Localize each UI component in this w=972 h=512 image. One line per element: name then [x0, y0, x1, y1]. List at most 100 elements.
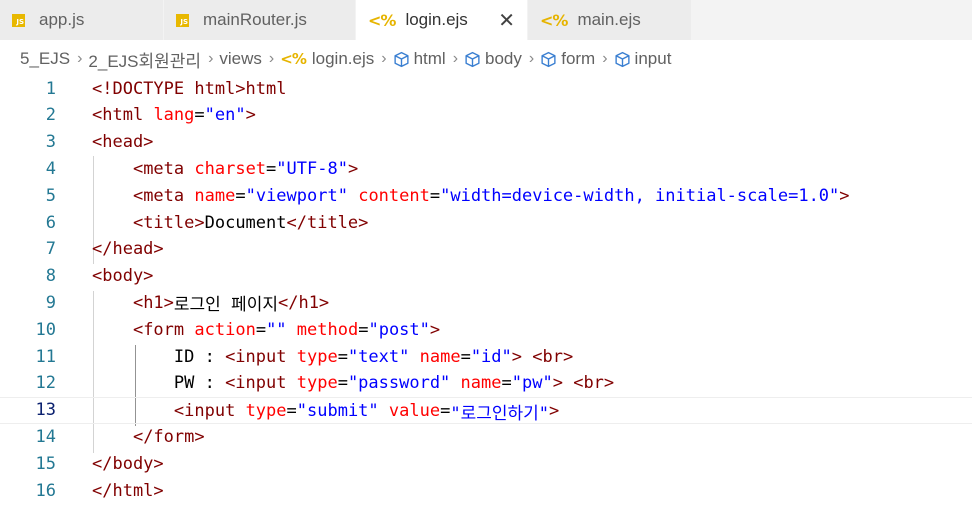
code-token: html	[245, 78, 287, 99]
code-line[interactable]: 8 <body>	[0, 263, 972, 290]
breadcrumb-item-input[interactable]: input	[614, 49, 672, 69]
code-token: =	[460, 346, 471, 367]
code-text: <meta charset = "UTF-8" >	[92, 155, 358, 182]
cube-icon	[393, 51, 410, 68]
code-token: Document	[204, 212, 287, 233]
chevron-right-icon: ›	[268, 50, 275, 67]
breadcrumb-item-form[interactable]: form	[540, 49, 595, 69]
code-token: >	[347, 158, 359, 179]
code-token: <form	[132, 319, 185, 340]
code-token: action	[194, 319, 256, 340]
code-token: value	[388, 401, 441, 422]
code-token: =	[337, 373, 348, 394]
tab-mainrouter-js[interactable]: JS mainRouter.js	[164, 0, 356, 40]
js-file-icon: JS	[176, 13, 189, 27]
code-editor[interactable]: 1 <!DOCTYPE html> html 2 <html lang = "en" >3 <h…	[0, 75, 972, 512]
cube-icon	[464, 51, 481, 68]
code-line[interactable]: 6 <title> Document </title>	[0, 209, 972, 236]
chevron-right-icon: ›	[77, 50, 83, 67]
breadcrumb-item-html[interactable]: html	[393, 49, 446, 69]
chevron-right-icon: ›	[602, 50, 608, 67]
tab-label: app.js	[39, 10, 85, 29]
breadcrumb-item-ejs-member[interactable]: 2_EJS회원관리	[88, 47, 201, 72]
code-token: <br>	[573, 373, 615, 394]
code-line[interactable]: 7 </head>	[0, 236, 972, 263]
code-line[interactable]: 13 <input type = "submit" value = "로그인하기" >	[0, 396, 972, 425]
breadcrumb-label: input	[634, 49, 672, 68]
code-token: "password"	[347, 373, 451, 394]
code-line[interactable]: 9 <h1> 로그인 페이지 </h1>	[0, 289, 972, 316]
code-token: =	[194, 105, 205, 126]
code-line[interactable]: 1 <!DOCTYPE html> html	[0, 75, 972, 102]
code-line[interactable]: 15 </body>	[0, 450, 972, 477]
code-text: <!DOCTYPE html> html	[92, 75, 286, 102]
code-line[interactable]: 12 PW : <input type = "password" name = "pw"…	[0, 370, 972, 397]
tab-login-ejs[interactable]: <% login.ejs ✕	[356, 0, 528, 40]
code-text: <input type = "submit" value = "로그인하기" >	[92, 398, 559, 425]
code-text: <form action = "" method = "post" >	[92, 316, 440, 343]
code-line[interactable]: 5 <meta name = "viewport" content = "width=d…	[0, 182, 972, 209]
code-token: type	[296, 346, 338, 367]
code-token: <title>	[132, 212, 205, 233]
code-token: type	[296, 373, 338, 394]
code-token: "en"	[204, 105, 246, 126]
code-token: <input	[225, 373, 287, 394]
line-number: 15	[35, 453, 56, 474]
ejs-file-icon: <%	[540, 10, 568, 30]
code-line[interactable]: 11 ID : <input type = "text" name = "id" > <b…	[0, 343, 972, 370]
code-token: name	[460, 373, 502, 394]
code-line[interactable]: 3 <head>	[0, 129, 972, 156]
js-file-icon: JS	[12, 13, 25, 27]
breadcrumb-item-views[interactable]: views	[219, 49, 262, 69]
line-number: 10	[35, 319, 56, 340]
close-icon[interactable]: ✕	[498, 8, 515, 33]
code-line[interactable]: 4 <meta charset = "UTF-8" >	[0, 155, 972, 182]
code-token: lang	[153, 105, 195, 126]
tab-label: login.ejs	[405, 10, 468, 29]
code-text: <html lang = "en" >	[92, 102, 256, 129]
code-token: method	[296, 319, 359, 340]
cube-icon	[540, 51, 557, 68]
code-text: <title> Document </title>	[92, 209, 368, 236]
code-line[interactable]: 2 <html lang = "en" >	[0, 102, 972, 129]
editor-tab-bar: JS app.js JS mainRouter.js <% login.ejs …	[0, 0, 972, 40]
code-line[interactable]: 14 </form>	[0, 423, 972, 450]
code-token: <head>	[92, 132, 154, 153]
code-text: <h1> 로그인 페이지 </h1>	[92, 289, 329, 316]
code-line[interactable]: 10 <form action = "" method = "post" >	[0, 316, 972, 343]
code-token: name	[419, 346, 461, 367]
code-token: type	[245, 401, 287, 422]
code-text: </body>	[92, 450, 164, 477]
code-token: "id"	[470, 346, 512, 367]
breadcrumb: 5_EJS › 2_EJS회원관리 › views › <% login.ejs …	[0, 40, 972, 78]
tab-app-js[interactable]: JS app.js	[0, 0, 164, 40]
code-token: </title>	[286, 212, 369, 233]
code-token: "post"	[368, 319, 430, 340]
code-text: <meta name = "viewport" content = "width=dev…	[92, 182, 850, 209]
breadcrumb-item-login-ejs[interactable]: <% login.ejs	[280, 49, 374, 69]
code-token: <input	[225, 346, 287, 367]
breadcrumb-item-body[interactable]: body	[464, 49, 522, 69]
breadcrumb-label: views	[219, 49, 262, 68]
breadcrumb-label: html	[413, 49, 446, 68]
code-line[interactable]: 16 </html>	[0, 477, 972, 504]
tab-main-ejs[interactable]: <% main.ejs	[528, 0, 692, 40]
breadcrumb-item-5-ejs[interactable]: 5_EJS	[20, 49, 70, 69]
code-token: >	[839, 185, 850, 206]
